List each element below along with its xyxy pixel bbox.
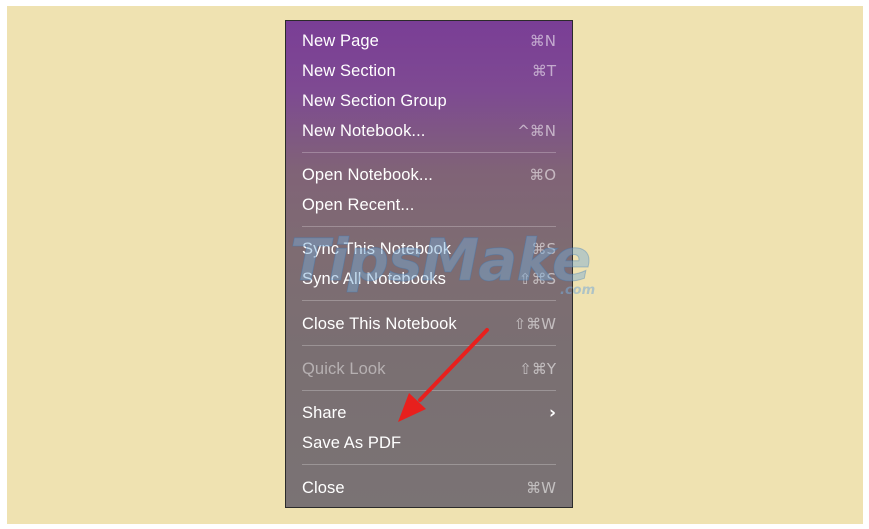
menu-item-shortcut: ^⌘N — [517, 122, 556, 140]
menu-item-close-this-notebook[interactable]: Close This Notebook ⇧⌘W — [286, 309, 572, 339]
menu-item-label: Open Notebook... — [302, 165, 433, 184]
menu-item-label: Save As PDF — [302, 433, 402, 452]
menu-separator — [302, 300, 556, 301]
menu-item-shortcut: ⌘W — [526, 479, 556, 497]
menu-separator — [302, 390, 556, 391]
menu-separator — [302, 226, 556, 227]
menu-item-shortcut: ⇧⌘W — [513, 315, 556, 333]
menu-item-shortcut: ⌘T — [531, 62, 556, 80]
menu-item-label: Sync This Notebook — [302, 239, 452, 258]
menu-separator — [302, 345, 556, 346]
menu-separator — [302, 464, 556, 465]
menu-item-close[interactable]: Close ⌘W — [286, 473, 572, 503]
menu-item-label: New Section — [302, 61, 396, 80]
menu-item-sync-this-notebook[interactable]: Sync This Notebook ⌘S — [286, 234, 572, 264]
menu-item-shortcut: ⇧⌘S — [518, 270, 556, 288]
menu-item-shortcut: ⇧⌘Y — [519, 360, 556, 378]
menu-item-label: Close This Notebook — [302, 314, 457, 333]
menu-item-label: New Notebook... — [302, 121, 426, 140]
menu-item-save-as-pdf[interactable]: Save As PDF — [286, 428, 572, 458]
menu-item-share[interactable]: Share › — [286, 398, 572, 428]
menu-item-new-page[interactable]: New Page ⌘N — [286, 26, 572, 56]
menu-item-new-section[interactable]: New Section ⌘T — [286, 56, 572, 86]
menu-item-open-recent[interactable]: Open Recent... — [286, 190, 572, 220]
menu-item-label: Open Recent... — [302, 195, 415, 214]
menu-item-open-notebook[interactable]: Open Notebook... ⌘O — [286, 160, 572, 190]
menu-item-shortcut: ⌘N — [529, 32, 556, 50]
menu-item-shortcut: ⌘O — [529, 166, 556, 184]
menu-item-label: Close — [302, 478, 345, 497]
menu-item-label: New Page — [302, 31, 379, 50]
menu-item-quick-look: Quick Look ⇧⌘Y — [286, 354, 572, 384]
menu-item-label: Sync All Notebooks — [302, 269, 446, 288]
menu-separator — [302, 152, 556, 153]
menu-item-label: Quick Look — [302, 359, 386, 378]
menu-item-shortcut: ⌘S — [531, 240, 556, 258]
menu-item-new-section-group[interactable]: New Section Group — [286, 86, 572, 116]
menu-item-label: Share — [302, 403, 347, 422]
chevron-right-icon: › — [548, 403, 556, 423]
menu-item-sync-all-notebooks[interactable]: Sync All Notebooks ⇧⌘S — [286, 264, 572, 294]
file-menu: New Page ⌘N New Section ⌘T New Section G… — [285, 20, 573, 508]
menu-item-new-notebook[interactable]: New Notebook... ^⌘N — [286, 116, 572, 146]
menu-item-label: New Section Group — [302, 91, 447, 110]
